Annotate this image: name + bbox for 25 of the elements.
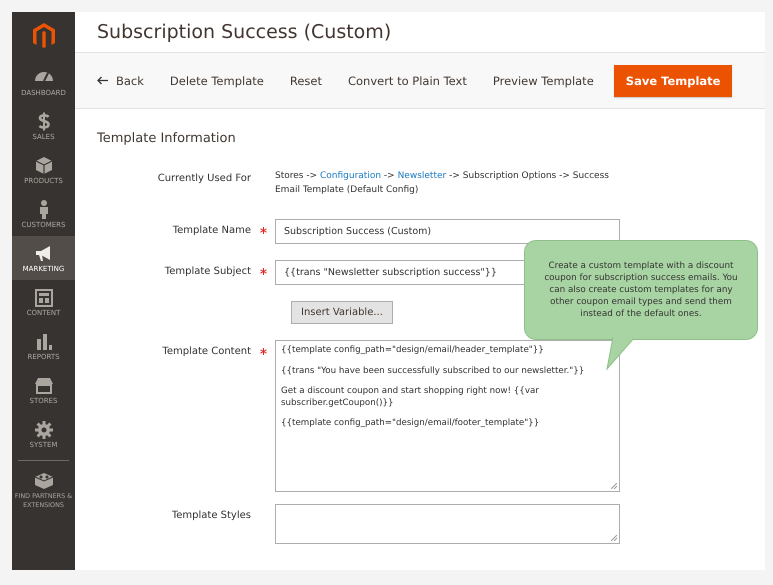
- arrow-left-icon: [97, 76, 108, 85]
- styles-field[interactable]: [275, 504, 620, 544]
- bricks-icon: [32, 470, 54, 491]
- field-label: Currently Used For: [158, 173, 251, 184]
- field-label: Template Subject: [164, 266, 251, 277]
- toolbar-button[interactable]: Preview Template: [482, 64, 604, 96]
- field-label: Template Name: [172, 225, 251, 236]
- toolbar-button[interactable]: Convert to Plain Text: [338, 64, 477, 96]
- back-button[interactable]: Back: [87, 64, 154, 96]
- toolbar-button[interactable]: Reset: [280, 64, 332, 96]
- resize-handle-icon[interactable]: [611, 535, 617, 541]
- link[interactable]: Configuration: [320, 171, 382, 181]
- link[interactable]: Newsletter: [398, 171, 446, 181]
- gear-icon: [32, 418, 54, 440]
- section-title: Template Information: [97, 131, 237, 146]
- layout-icon: [32, 286, 54, 308]
- field-label: Template Content: [162, 346, 251, 357]
- content-field[interactable]: {{template config_path="design/email/header_template"}} {{trans "You have been successfully subscribed to our newsletter."}} Get a discount coupon and start shopping right now! {{var subscriber.getCoupon()}} {{template config_path="design/email/footer_template"}}: [275, 340, 620, 492]
- save-button[interactable]: Save Template: [614, 64, 732, 96]
- resize-handle-icon[interactable]: [611, 483, 617, 489]
- field-label: Template Styles: [172, 510, 251, 521]
- usage-text: Stores -> Configuration -> Newsletter -> Subscription Options -> Success Email Template (Default Config): [275, 170, 610, 197]
- insert-variable-button[interactable]: Insert Variable...: [291, 301, 393, 324]
- page-title: Subscription Success (Custom): [97, 21, 392, 43]
- toolbar-button[interactable]: Delete Template: [160, 64, 274, 96]
